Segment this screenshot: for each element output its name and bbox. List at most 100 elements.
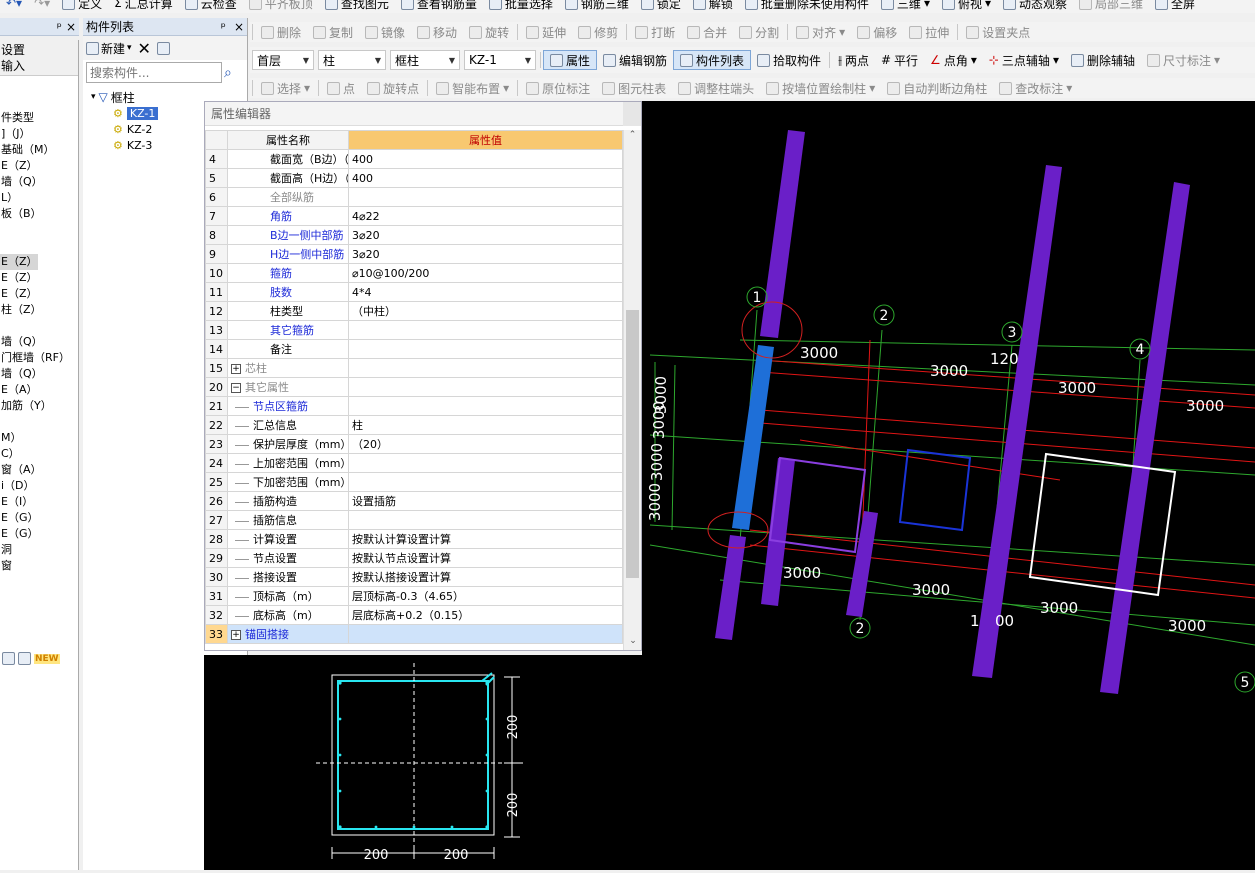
rotate-point-button[interactable]: 旋转点 — [361, 78, 425, 98]
nav-item[interactable]: 窗（A） — [0, 462, 42, 478]
search-icon[interactable]: ⌕ — [224, 65, 232, 81]
property-row[interactable]: 11 肢数 4*4 — [205, 282, 623, 302]
property-value-cell[interactable]: 层顶标高-0.3（4.65） — [348, 586, 623, 606]
category-select[interactable]: 柱 ▼ — [318, 50, 386, 70]
unlock-button[interactable]: 解锁 — [687, 0, 739, 13]
property-row[interactable]: 14 备注 — [205, 339, 623, 359]
nav-item[interactable]: 窗 — [0, 558, 12, 574]
split-button[interactable]: 分割 — [733, 22, 785, 42]
property-row[interactable]: 31 顶标高（m） 层顶标高-0.3（4.65） — [205, 586, 623, 606]
parallel-button[interactable]: # 平行 — [875, 50, 924, 70]
property-value-cell[interactable] — [348, 396, 623, 416]
nav-item[interactable]: M） — [0, 430, 22, 446]
summary-calc-button[interactable]: Σ 汇总计算 — [108, 0, 179, 13]
cloud-check-button[interactable]: 云检查 — [179, 0, 243, 13]
property-row[interactable]: 23 保护层厚度（mm） （20） — [205, 434, 623, 454]
drawing-viewport[interactable]: 1 2 3 4 2 5 3000 3000 3000 3000 3000 300… — [642, 101, 1255, 870]
nav-item[interactable]: 墙（Q） — [0, 334, 43, 350]
stretch-button[interactable]: 拉伸 — [903, 22, 955, 42]
property-row[interactable]: 26 插筋构造 设置插筋 — [205, 491, 623, 511]
property-value-cell[interactable] — [348, 453, 623, 473]
property-value-cell[interactable] — [348, 358, 623, 378]
nav-item[interactable]: E（A） — [0, 382, 37, 398]
property-row[interactable]: 6 全部纵筋 — [205, 187, 623, 207]
table-icon[interactable] — [18, 652, 31, 665]
title-button[interactable] — [623, 102, 641, 126]
column-table-button[interactable]: 图元柱表 — [596, 78, 672, 98]
align-dropdown[interactable]: 对齐 ▾ — [790, 22, 851, 42]
nav-item[interactable]: E（I） — [0, 494, 33, 510]
smart-layout-dropdown[interactable]: 智能布置 ▾ — [430, 78, 515, 98]
property-row[interactable]: 5 截面高（H边）（mm）400 — [205, 168, 623, 188]
property-value-cell[interactable] — [348, 510, 623, 530]
column-outline[interactable] — [898, 448, 972, 532]
viewport-canvas[interactable]: 1 2 3 4 2 5 3000 3000 3000 3000 3000 300… — [642, 101, 1255, 870]
property-value-cell[interactable]: （20） — [348, 434, 623, 454]
nav-item[interactable]: i（D） — [0, 478, 35, 494]
nav-item[interactable]: 基础（M） — [0, 142, 55, 158]
scroll-up-icon[interactable]: ⌃ — [624, 130, 641, 144]
component-select[interactable]: KZ-1 ▼ — [464, 50, 536, 70]
nav-item[interactable]: ]（J） — [0, 126, 31, 142]
property-value-cell[interactable] — [348, 624, 623, 644]
column-kz[interactable] — [846, 511, 878, 617]
define-button[interactable]: 定义 — [56, 0, 108, 13]
column-kz[interactable] — [715, 535, 746, 640]
partial-3d-button[interactable]: 局部三维 — [1073, 0, 1149, 13]
collapse-icon[interactable]: ▾ — [91, 92, 96, 102]
property-row[interactable]: 7 角筋 4⌀22 — [205, 206, 623, 226]
property-row[interactable]: 10 箍筋 ⌀10@100/200 — [205, 263, 623, 283]
extend-button[interactable]: 延伸 — [520, 22, 572, 42]
property-value-cell[interactable]: 3⌀20 — [348, 225, 623, 245]
selected-column[interactable] — [732, 345, 774, 530]
trim-button[interactable]: 修剪 — [572, 22, 624, 42]
break-button[interactable]: 打断 — [629, 22, 681, 42]
new-button[interactable]: 新建 ▾ — [86, 40, 132, 57]
pick-component-button[interactable]: 拾取构件 — [751, 50, 827, 70]
property-row[interactable]: 9 H边一侧中部筋 3⌀20 — [205, 244, 623, 264]
property-value-cell[interactable] — [348, 339, 623, 359]
property-value-cell[interactable]: 按默认搭接设置计算 — [348, 567, 623, 587]
property-value-cell[interactable]: 400 — [348, 149, 623, 169]
undo-button[interactable]: ↶▾ — [0, 0, 28, 13]
merge-button[interactable]: 合并 — [681, 22, 733, 42]
property-value-cell[interactable]: 400 — [348, 168, 623, 188]
property-row[interactable]: 28 计算设置 按默认计算设置计算 — [205, 529, 623, 549]
property-row[interactable]: 25 下加密范围（mm） — [205, 472, 623, 492]
nav-item[interactable]: 洞 — [0, 542, 12, 558]
fullscreen-button[interactable]: 全屏 — [1149, 0, 1201, 13]
floor-select[interactable]: 首层 ▼ — [252, 50, 314, 70]
nav-item[interactable]: 板（B） — [0, 206, 42, 222]
property-value-cell[interactable]: 3⌀20 — [348, 244, 623, 264]
property-row[interactable]: 32 底标高（m） 层底标高+0.2（0.15） — [205, 605, 623, 625]
grid-icon[interactable] — [2, 652, 15, 665]
property-row[interactable]: 21 节点区箍筋 — [205, 396, 623, 416]
copy-button[interactable]: 复制 — [307, 22, 359, 42]
property-value-cell[interactable] — [348, 187, 623, 207]
vertical-scrollbar[interactable]: ⌃ ⌄ — [623, 130, 641, 650]
property-value-cell[interactable]: 4⌀22 — [348, 206, 623, 226]
close-icon[interactable]: × — [234, 20, 244, 34]
batch-delete-button[interactable]: 批量删除未使用构件 — [739, 0, 875, 13]
select-dropdown[interactable]: 选择 ▾ — [255, 78, 316, 98]
pin-icon[interactable]: ᵖ — [57, 20, 62, 34]
property-value-cell[interactable]: （中柱） — [348, 301, 623, 321]
nav-item[interactable]: E（G） — [0, 526, 38, 542]
nav-item[interactable]: 门框墙（RF） — [0, 350, 70, 366]
property-row[interactable]: 15 + 芯柱 — [205, 358, 623, 378]
property-value-cell[interactable] — [348, 320, 623, 340]
delete-axis-button[interactable]: 删除辅轴 — [1065, 50, 1141, 70]
lock-button[interactable]: 锁定 — [635, 0, 687, 13]
collapse-icon[interactable]: − — [231, 383, 241, 393]
point-angle-dropdown[interactable]: ∠ 点角 ▾ — [924, 50, 983, 70]
nav-item[interactable]: 加筋（Y） — [0, 398, 52, 414]
orbit-button[interactable]: 动态观察 — [997, 0, 1073, 13]
close-icon[interactable]: × — [66, 20, 76, 34]
inplace-annotation-button[interactable]: 原位标注 — [520, 78, 596, 98]
find-element-button[interactable]: 查找图元 — [319, 0, 395, 13]
nav-item[interactable]: E（Z） — [0, 254, 38, 270]
property-value-cell[interactable]: 按默认计算设置计算 — [348, 529, 623, 549]
rebar-3d-button[interactable]: 钢筋三维 — [559, 0, 635, 13]
offset-button[interactable]: 偏移 — [851, 22, 903, 42]
component-list-button[interactable]: 构件列表 — [673, 50, 752, 70]
